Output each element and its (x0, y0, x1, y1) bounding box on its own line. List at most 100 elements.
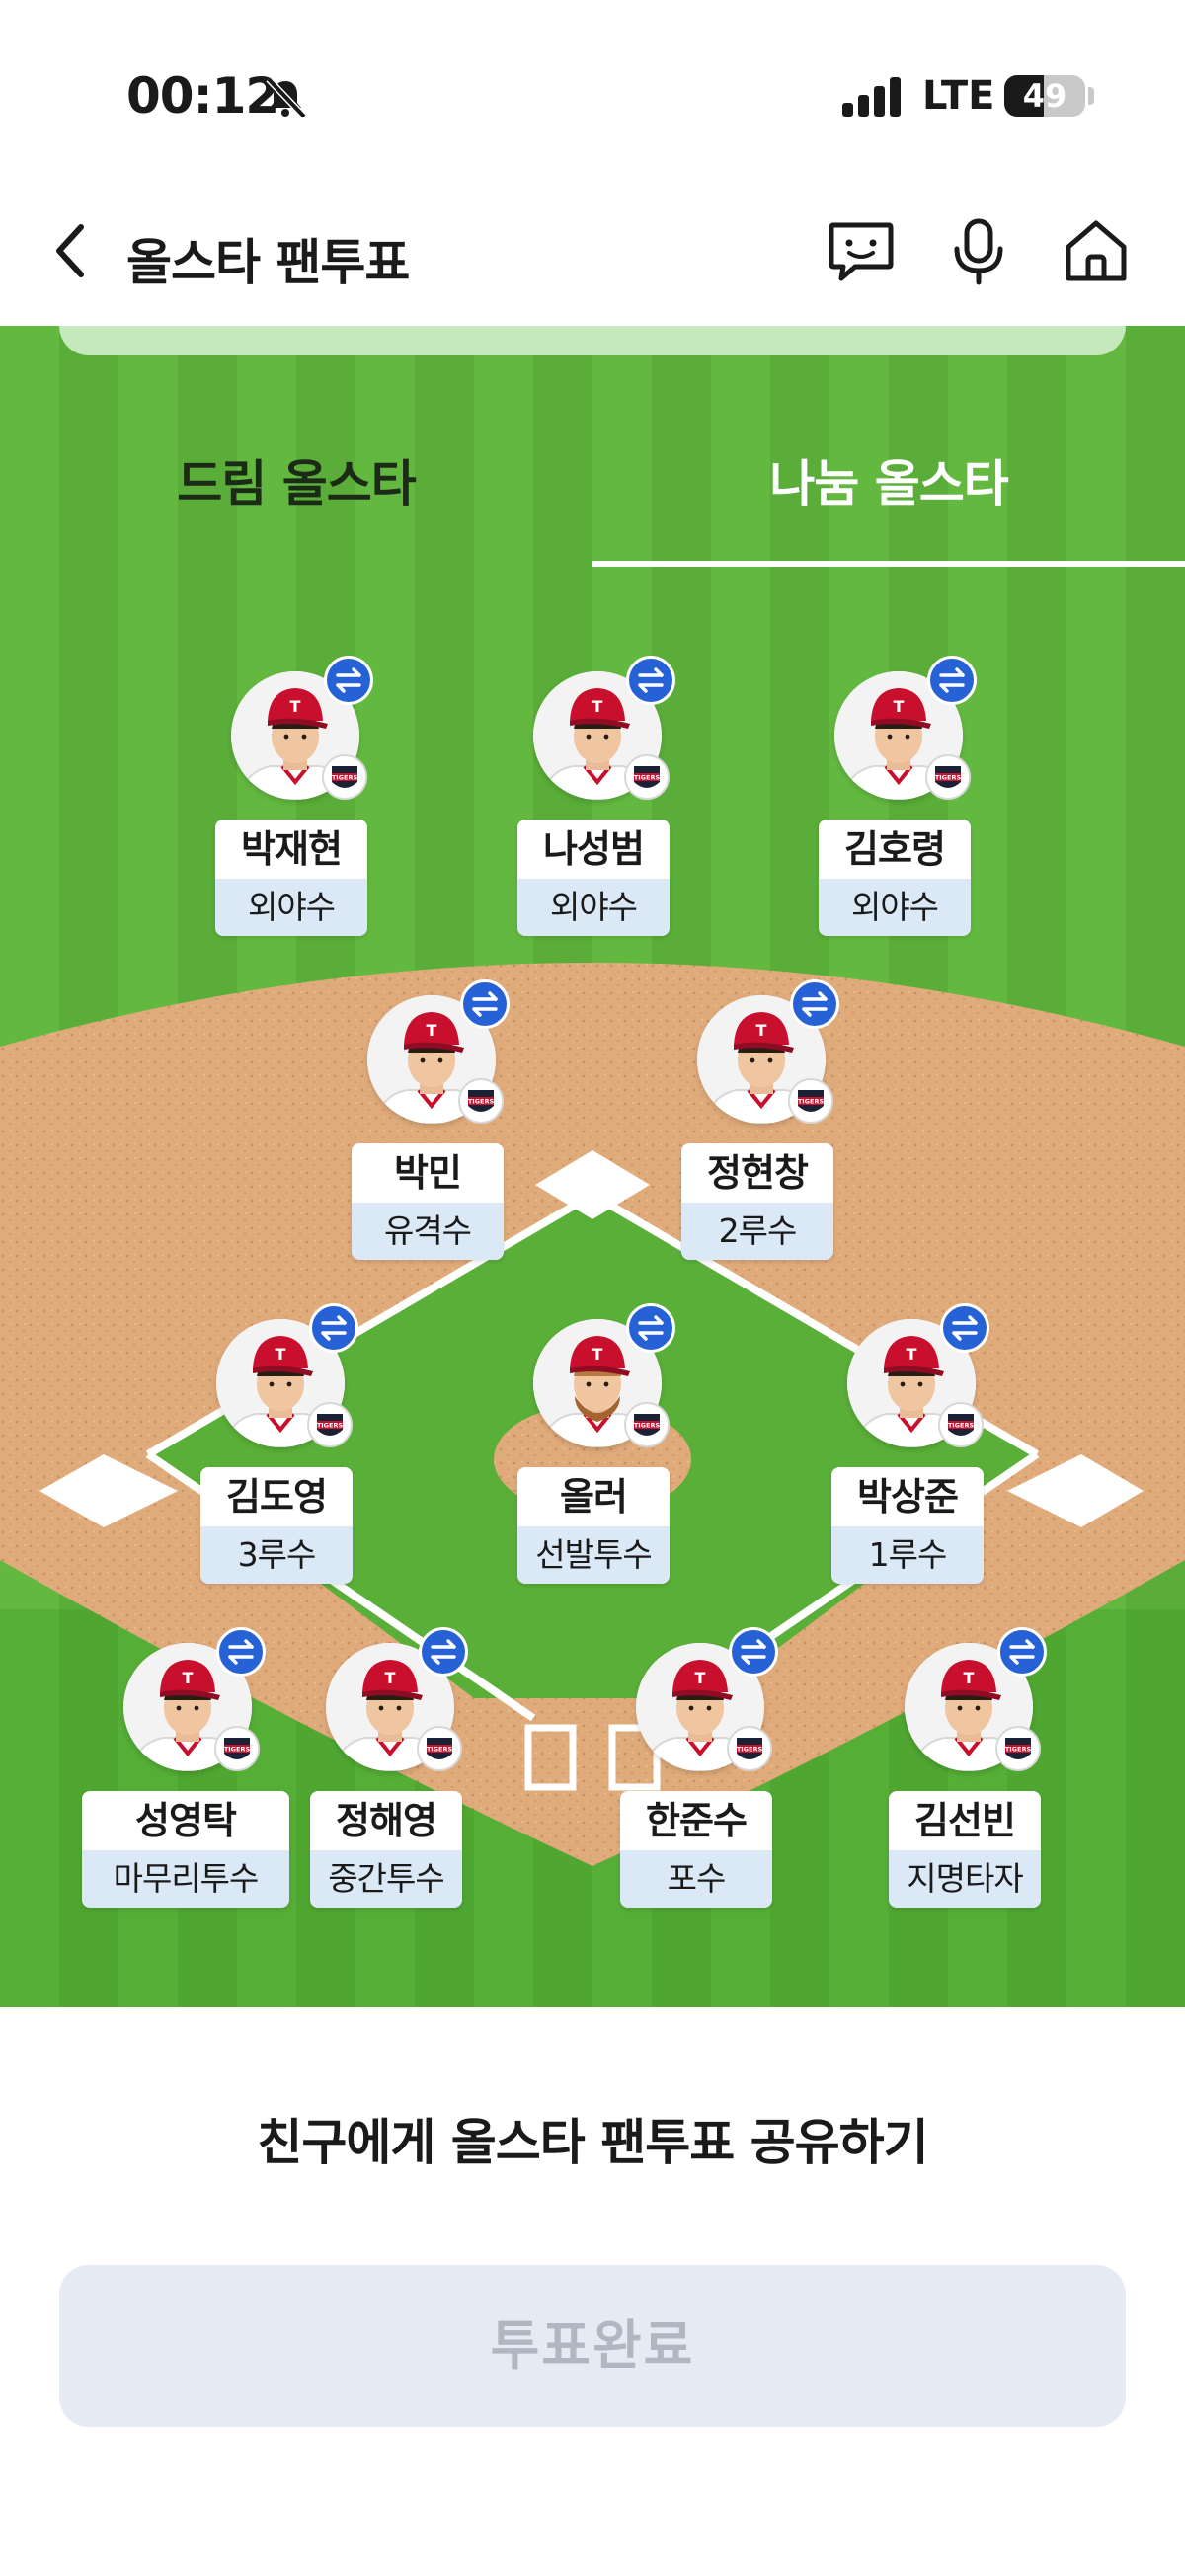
vote-complete-button: 투표완료 (59, 2265, 1126, 2427)
swap-icon[interactable] (997, 1627, 1047, 1677)
tigers-logo-icon: TIGERS (307, 1402, 353, 1447)
player-position: 포수 (620, 1850, 772, 1908)
player-name: 정해영 (310, 1791, 462, 1850)
player-position: 외야수 (819, 879, 971, 936)
nav-bar: 올스타 팬투표 (0, 188, 1185, 326)
svg-text:TIGERS: TIGERS (948, 1422, 975, 1430)
svg-text:T: T (894, 697, 905, 716)
status-time: 00:12 (126, 67, 279, 124)
status-bar: 00:12 LTE 49 (0, 0, 1185, 188)
player-card[interactable]: T TIGERS 김호령 외야수 (819, 656, 977, 948)
svg-text:T: T (756, 1021, 767, 1040)
swap-icon[interactable] (626, 1303, 675, 1353)
battery-icon: 49 (1004, 75, 1085, 117)
player-card[interactable]: T TIGERS 한준수 포수 (620, 1627, 778, 1919)
player-position: 2루수 (681, 1203, 833, 1260)
tigers-logo-icon: TIGERS (322, 754, 367, 800)
player-position: 유격수 (352, 1203, 504, 1260)
svg-text:T: T (183, 1669, 194, 1687)
svg-text:TIGERS: TIGERS (427, 1746, 453, 1754)
svg-text:TIGERS: TIGERS (634, 774, 661, 782)
player-name: 한준수 (620, 1791, 772, 1850)
player-name-card: 박민 유격수 (352, 1143, 504, 1260)
tigers-logo-icon: TIGERS (788, 1078, 833, 1124)
svg-text:T: T (907, 1345, 917, 1364)
tigers-logo-icon: TIGERS (995, 1726, 1041, 1771)
player-card[interactable]: T TIGERS 김선빈 지명타자 (889, 1627, 1047, 1919)
tigers-logo-icon: TIGERS (417, 1726, 462, 1771)
player-name-card: 한준수 포수 (620, 1791, 772, 1908)
svg-text:T: T (427, 1021, 437, 1040)
tab-nanum-allstar[interactable]: 나눔 올스타 (592, 444, 1185, 533)
player-position: 외야수 (517, 879, 670, 936)
svg-text:T: T (592, 697, 603, 716)
player-card[interactable]: T TIGERS 정해영 중간투수 (310, 1627, 468, 1919)
player-name: 박재현 (215, 820, 367, 879)
share-link[interactable]: 친구에게 올스타 팬투표 공유하기 (0, 2103, 1185, 2174)
swap-icon[interactable] (216, 1627, 266, 1677)
tab-selected-indicator (592, 561, 1185, 567)
svg-text:T: T (695, 1669, 706, 1687)
back-chevron-icon[interactable] (51, 219, 91, 282)
player-position: 마무리투수 (82, 1850, 289, 1908)
swap-icon[interactable] (419, 1627, 468, 1677)
player-name-card: 정해영 중간투수 (310, 1791, 462, 1908)
baseball-field: 드림 올스타 나눔 올스타 T TIGERS 박재현 외야수 T TIGERS … (0, 326, 1185, 2007)
tigers-logo-icon: TIGERS (727, 1726, 772, 1771)
tigers-logo-icon: TIGERS (925, 754, 971, 800)
player-name-card: 박상준 1루수 (831, 1467, 984, 1584)
player-name-card: 김선빈 지명타자 (889, 1791, 1041, 1908)
player-name: 김선빈 (889, 1791, 1041, 1850)
player-card[interactable]: T TIGERS 정현창 2루수 (681, 979, 839, 1272)
player-card[interactable]: T TIGERS 올러 선발투수 (517, 1303, 675, 1596)
player-name-card: 김호령 외야수 (819, 820, 971, 936)
player-position: 3루수 (200, 1526, 353, 1584)
network-label: LTE (922, 73, 995, 118)
swap-icon[interactable] (324, 656, 373, 705)
svg-text:TIGERS: TIGERS (634, 1422, 661, 1430)
swap-icon[interactable] (729, 1627, 778, 1677)
player-name-card: 박재현 외야수 (215, 820, 367, 936)
player-position: 선발투수 (517, 1526, 670, 1584)
tigers-logo-icon: TIGERS (624, 754, 670, 800)
top-banner-strip (59, 326, 1126, 355)
svg-text:TIGERS: TIGERS (935, 774, 962, 782)
player-card[interactable]: T TIGERS 박재현 외야수 (215, 656, 373, 948)
player-name: 정현창 (681, 1143, 833, 1203)
microphone-icon[interactable] (943, 215, 1014, 286)
tigers-logo-icon: TIGERS (938, 1402, 984, 1447)
svg-text:TIGERS: TIGERS (1005, 1746, 1032, 1754)
player-position: 지명타자 (889, 1850, 1041, 1908)
signal-bars-icon (842, 77, 904, 117)
player-position: 1루수 (831, 1526, 984, 1584)
swap-icon[interactable] (927, 656, 977, 705)
swap-icon[interactable] (790, 979, 839, 1029)
player-name: 박민 (352, 1143, 504, 1203)
bell-mute-icon (263, 75, 308, 120)
player-card[interactable]: T TIGERS 나성범 외야수 (517, 656, 675, 948)
svg-text:T: T (290, 697, 301, 716)
tab-dream-allstar[interactable]: 드림 올스타 (0, 444, 592, 533)
player-card[interactable]: T TIGERS 김도영 3루수 (200, 1303, 358, 1596)
chatbot-icon[interactable] (826, 215, 897, 286)
player-name: 나성범 (517, 820, 670, 879)
svg-text:TIGERS: TIGERS (468, 1098, 495, 1106)
tigers-logo-icon: TIGERS (624, 1402, 670, 1447)
player-name-card: 성영탁 마무리투수 (82, 1791, 289, 1908)
player-position: 중간투수 (310, 1850, 462, 1908)
svg-text:TIGERS: TIGERS (737, 1746, 763, 1754)
swap-icon[interactable] (940, 1303, 989, 1353)
swap-icon[interactable] (626, 656, 675, 705)
svg-text:TIGERS: TIGERS (332, 774, 358, 782)
page-title: 올스타 팬투표 (126, 234, 410, 291)
player-name-card: 나성범 외야수 (517, 820, 670, 936)
player-card[interactable]: T TIGERS 박상준 1루수 (831, 1303, 989, 1596)
home-icon[interactable] (1061, 215, 1132, 286)
player-card[interactable]: T TIGERS 성영탁 마무리투수 (82, 1627, 289, 1919)
svg-text:T: T (964, 1669, 975, 1687)
swap-icon[interactable] (460, 979, 510, 1029)
battery-tip (1088, 87, 1094, 105)
swap-icon[interactable] (309, 1303, 358, 1353)
player-card[interactable]: T TIGERS 박민 유격수 (352, 979, 510, 1272)
svg-text:T: T (385, 1669, 396, 1687)
